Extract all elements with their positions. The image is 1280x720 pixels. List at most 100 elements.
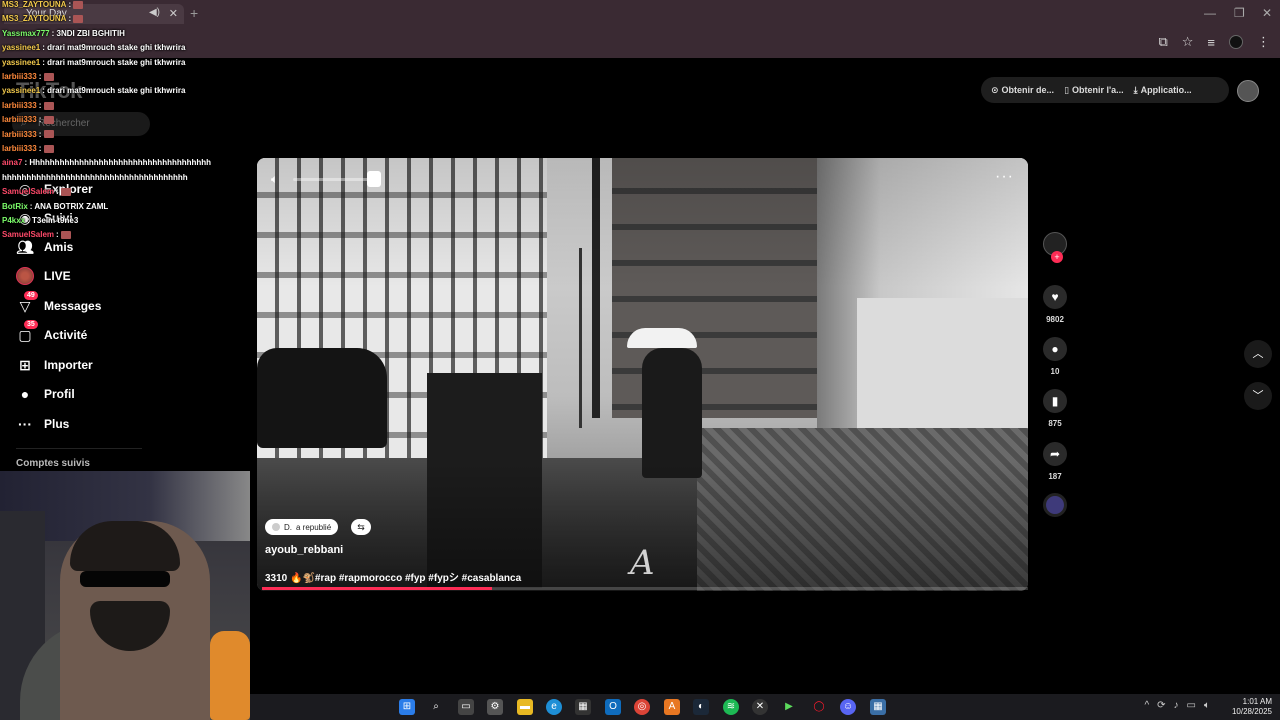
chat-username: larbiii333 xyxy=(2,129,37,139)
game-icon[interactable]: ▶ xyxy=(781,699,797,715)
chat-message: aina7: Hhhhhhhhhhhhhhhhhhhhhhhhhhhhhhhhh… xyxy=(2,158,211,168)
speaker-icon[interactable]: ◀) xyxy=(149,7,160,18)
creator-avatar-item[interactable]: + xyxy=(1039,232,1071,263)
download-icon: ⤓ xyxy=(1133,84,1138,95)
cast-icon[interactable]: ⧉ xyxy=(1158,34,1167,50)
microphone-icon[interactable]: ♪ xyxy=(1174,700,1179,711)
repost-user: D. xyxy=(284,522,292,532)
nav-plus[interactable]: ··· Plus xyxy=(16,413,69,435)
menu-icon[interactable]: ⋮ xyxy=(1257,34,1270,50)
previous-video-button[interactable]: ︿ xyxy=(1244,340,1272,368)
nav-live[interactable]: LIVE xyxy=(16,265,71,287)
nav-label: Plus xyxy=(44,417,70,431)
profile-avatar[interactable] xyxy=(1237,80,1259,102)
chat-message: yassinee1: drari mat9mrouch stake ghi tk… xyxy=(2,43,185,53)
like-action[interactable]: ♥ 9802 xyxy=(1039,285,1071,324)
volume-icon[interactable]: 🔈︎ xyxy=(271,172,278,187)
store-icon[interactable]: ▦ xyxy=(575,699,591,715)
nav-importer[interactable]: ⊞ Importer xyxy=(16,354,93,376)
follow-plus-icon[interactable]: + xyxy=(1051,251,1063,263)
video-player[interactable]: A 🔈︎ ··· D. a republié ⇆ ayoub_rebbani 3… xyxy=(257,158,1028,591)
comment-action[interactable]: ● 10 xyxy=(1039,337,1071,376)
share-icon[interactable]: ➦ xyxy=(1043,442,1067,466)
video-caption[interactable]: 3310 🔥🐒#rap #rapmorocco #fyp #fypシ #casa… xyxy=(265,569,521,584)
chat-username: yassinee1 xyxy=(2,43,41,53)
edge-icon[interactable]: e xyxy=(546,699,562,715)
chat-username: BotRix xyxy=(2,201,28,211)
search-icon[interactable]: ⌕ xyxy=(428,699,444,715)
nav-activite[interactable]: ▢ 35 Activité xyxy=(16,320,87,346)
chat-username: P4kxx xyxy=(2,216,26,225)
phone-icon: ▯ xyxy=(1064,84,1070,95)
star-icon[interactable]: ☆ xyxy=(1182,34,1194,50)
media-icon[interactable]: ≡ xyxy=(1207,35,1215,50)
chat-message: larbiii333: xyxy=(2,115,54,125)
taskview-icon[interactable]: ▭ xyxy=(458,699,474,715)
repost-icon[interactable]: ⇆ xyxy=(351,519,371,535)
settings-icon[interactable]: ⚙ xyxy=(487,699,503,715)
music-action[interactable] xyxy=(1039,493,1071,517)
browser-titlebar: Your Day ◀) ✕ + — ❐ ✕ xyxy=(0,0,1280,28)
app-icon[interactable]: A xyxy=(664,699,680,715)
minimize-icon[interactable]: — xyxy=(1204,6,1216,20)
spotify-icon[interactable]: ≋ xyxy=(723,699,739,715)
comment-icon[interactable]: ● xyxy=(1043,337,1067,361)
nav-messages[interactable]: ▽ 49 Messages xyxy=(16,291,102,317)
share-action[interactable]: ➦ 187 xyxy=(1039,442,1071,481)
repost-tag[interactable]: D. a republié xyxy=(265,519,339,535)
chat-emote-icon xyxy=(43,101,54,110)
browser-toolbar: ⧉ ☆ ≡ ⋮ xyxy=(0,28,1280,58)
maximize-icon[interactable]: ❐ xyxy=(1234,6,1245,20)
activity-badge: 35 xyxy=(24,320,38,329)
xbox-icon[interactable]: ✕ xyxy=(752,699,768,715)
chat-emote-icon xyxy=(73,0,84,9)
taskbar-clock[interactable]: 1:01 AM 10/28/2025 xyxy=(1232,697,1272,717)
more-icon: ··· xyxy=(18,416,32,432)
video-author[interactable]: ayoub_rebbani xyxy=(265,544,343,556)
calculator-icon[interactable]: ▦ xyxy=(870,699,886,715)
opera-icon[interactable]: ◯ xyxy=(811,699,827,715)
chrome-icon[interactable]: ◎ xyxy=(634,699,650,715)
upload-icon: ⊞ xyxy=(19,356,31,373)
volume-tray-icon[interactable]: 🔈︎ xyxy=(1204,700,1210,711)
more-options-icon[interactable]: ··· xyxy=(995,168,1014,186)
pill-label: Obtenir l'a... xyxy=(1072,85,1124,95)
get-coins-button[interactable]: ⊙ Obtenir de... xyxy=(991,85,1054,96)
display-icon[interactable]: ▭ xyxy=(1187,700,1196,711)
chat-text: drari mat9mrouch stake ghi tkhwrira xyxy=(47,86,186,96)
chat-emote-icon xyxy=(60,231,71,240)
video-progress-bar[interactable] xyxy=(262,587,1028,590)
new-tab-button[interactable]: + xyxy=(190,5,198,21)
bookmark-icon[interactable]: ▮ xyxy=(1043,389,1067,413)
explorer-icon[interactable]: ▬ xyxy=(517,699,533,715)
get-app-button[interactable]: ▯ Obtenir l'a... xyxy=(1064,85,1124,96)
windows-icon[interactable]: ⊞ xyxy=(399,699,415,715)
music-disc-icon[interactable] xyxy=(1043,493,1067,517)
steam-icon[interactable]: ◐ xyxy=(693,699,709,715)
chat-message: MS3_ZAYTOUNA: xyxy=(2,0,84,10)
chat-emote-icon xyxy=(43,144,54,153)
nav-label: Messages xyxy=(44,299,102,313)
discord-icon[interactable]: ☺ xyxy=(840,699,856,715)
streamer-webcam xyxy=(0,471,250,720)
chevron-up-icon[interactable]: ^ xyxy=(1144,700,1149,711)
close-window-icon[interactable]: ✕ xyxy=(1262,6,1272,20)
nav-profil[interactable]: ● Profil xyxy=(16,383,75,405)
close-icon[interactable]: ✕ xyxy=(169,7,178,20)
browser-profile-avatar[interactable] xyxy=(1229,35,1243,49)
nav-label: Profil xyxy=(44,387,75,401)
volume-slider[interactable] xyxy=(293,178,373,181)
next-video-button[interactable]: ﹀ xyxy=(1244,382,1272,410)
save-action[interactable]: ▮ 875 xyxy=(1039,389,1071,428)
creator-avatar[interactable]: + xyxy=(1043,232,1067,263)
volume-knob[interactable] xyxy=(367,171,381,187)
nav-label: LIVE xyxy=(44,269,71,283)
clock-time: 1:01 AM xyxy=(1242,697,1272,706)
network-icon[interactable]: ⟳ xyxy=(1157,700,1165,711)
heart-icon[interactable]: ♥ xyxy=(1043,285,1067,309)
outlook-icon[interactable]: O xyxy=(605,699,621,715)
chat-separator: : xyxy=(38,129,44,139)
video-watermark: A xyxy=(630,543,655,583)
desktop-app-button[interactable]: ⤓ Applicatio... xyxy=(1134,85,1192,96)
chat-separator: : xyxy=(38,72,44,81)
